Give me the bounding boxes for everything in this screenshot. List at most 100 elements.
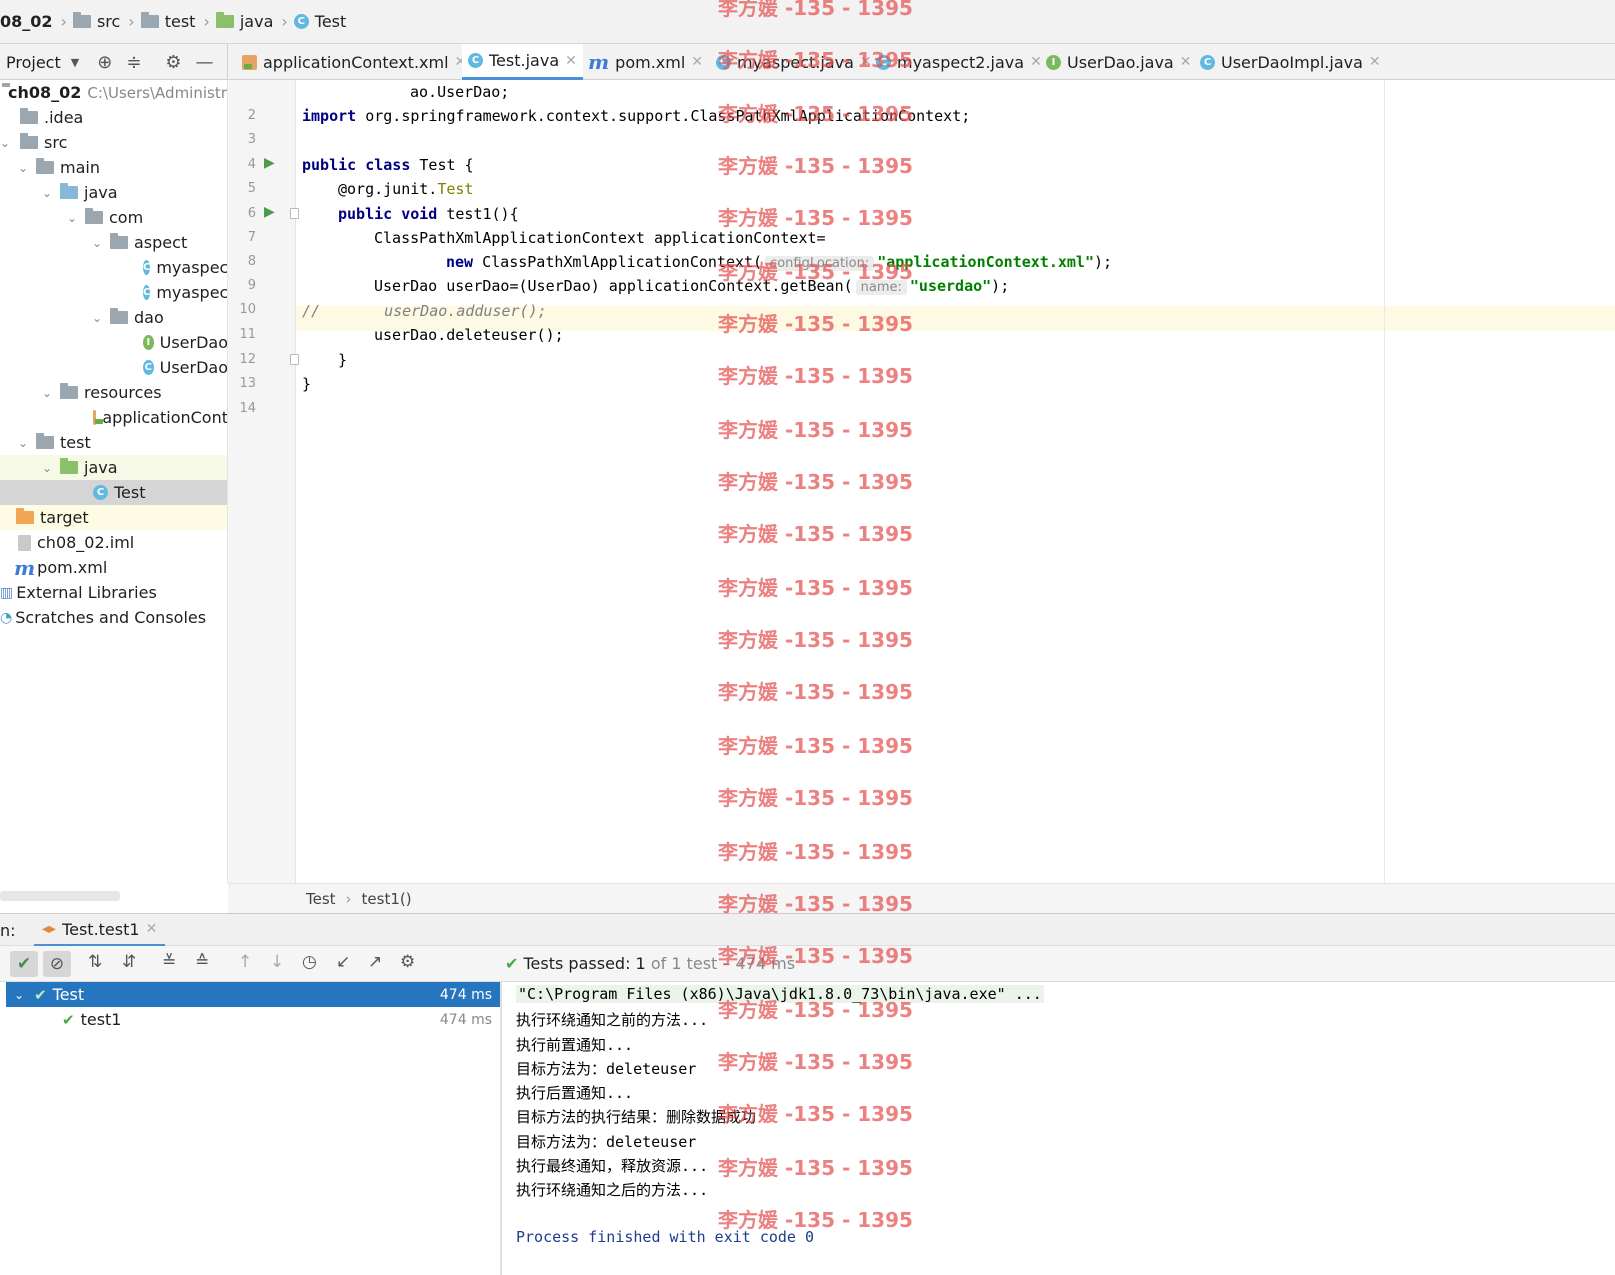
locate-target-icon[interactable]: ⊕ (97, 52, 112, 73)
chevron-down-icon[interactable]: ⌄ (90, 236, 104, 250)
code-line-4: public class Test { (302, 156, 474, 174)
tree-label: target (40, 508, 89, 527)
code-line-9: UserDao userDao=(UserDao) applicationCon… (374, 277, 1009, 295)
chevron-down-icon[interactable]: ⌄ (40, 186, 54, 200)
dropdown-arrow-icon[interactable]: ▼ (71, 56, 79, 69)
breadcrumb-test[interactable]: test (140, 12, 195, 31)
tree-item-aspect[interactable]: ⌄ aspect (0, 230, 227, 255)
editor-breadcrumb-class[interactable]: Test (306, 890, 336, 908)
breadcrumb-test-class[interactable]: C Test (293, 12, 346, 31)
maven-icon: m (588, 50, 610, 74)
close-icon[interactable]: ✕ (1369, 54, 1381, 70)
run-tab-label: Test.test1 (62, 919, 140, 939)
tree-item-myaspect[interactable]: Cmyaspec (0, 255, 227, 280)
code-text: ); (991, 277, 1010, 295)
chevron-down-icon[interactable]: ⌄ (0, 136, 10, 150)
history-icon[interactable]: ◷ (302, 952, 317, 972)
tree-item-resources[interactable]: ⌄ resources (0, 380, 227, 405)
chevron-down-icon[interactable]: ⌄ (65, 211, 79, 225)
breadcrumb-project[interactable]: 08_02 (0, 12, 53, 31)
watermark-text: 李方媛 -135 - 1395 (718, 786, 913, 810)
hide-panel-icon[interactable]: — (196, 52, 214, 73)
tree-item-test[interactable]: ⌄ test (0, 430, 227, 455)
tree-item-main[interactable]: ⌄ main (0, 155, 227, 180)
tab-userdaoimpl-java[interactable]: C UserDaoImpl.java ✕ (1194, 44, 1387, 80)
tree-horizontal-scrollbar[interactable] (0, 891, 120, 901)
passed-check-icon: ✔ (34, 985, 47, 1004)
watermark-text: 李方媛 -135 - 1395 (718, 1102, 913, 1126)
tree-item-main-java[interactable]: ⌄ java (0, 180, 227, 205)
xml-file-icon (93, 410, 105, 425)
test-result-row[interactable]: ⌄ ✔ Test 474 ms (6, 982, 500, 1007)
sort-by-duration-icon[interactable]: ⇵ (122, 952, 136, 972)
tree-label: ch08_02.iml (37, 533, 135, 552)
chevron-down-icon[interactable]: ⌄ (40, 461, 54, 475)
chevron-down-icon[interactable]: ⌄ (14, 988, 24, 1002)
tab-label: pom.xml (615, 52, 686, 72)
tree-item-userdaoimpl[interactable]: C UserDao (0, 355, 227, 380)
gear-icon[interactable]: ⚙ (400, 952, 415, 972)
show-ignored-icon[interactable]: ⊘ (43, 951, 71, 977)
test-result-row[interactable]: ✔ test1 474 ms (62, 1007, 500, 1032)
breadcrumb-java[interactable]: java (215, 12, 273, 31)
code-editor[interactable]: ao.UserDao; import org.springframework.c… (296, 80, 1615, 883)
console-output[interactable]: "C:\Program Files (x86)\Java\jdk1.8.0_73… (504, 982, 1615, 1275)
project-view-selector[interactable]: Project (6, 53, 61, 72)
tree-item-root[interactable]: ch08_02 C:\Users\Administrator\IdeaProjec… (0, 80, 227, 105)
tree-item-external-libraries[interactable]: ▥ External Libraries (0, 580, 227, 605)
keyword-class: class (365, 156, 411, 174)
gear-icon[interactable]: ⚙ (165, 52, 181, 73)
tree-item-src[interactable]: ⌄ src (0, 130, 227, 155)
tree-item-target[interactable]: target (0, 505, 227, 530)
tree-item-pom[interactable]: m pom.xml (0, 555, 227, 580)
show-passed-icon[interactable]: ✔ (10, 951, 38, 977)
close-icon[interactable]: ✕ (691, 54, 703, 70)
tree-item-test-java[interactable]: ⌄ java (0, 455, 227, 480)
import-tests-icon[interactable]: ↙ (336, 952, 350, 972)
chevron-down-icon[interactable]: ⌄ (16, 161, 30, 175)
export-tests-icon[interactable]: ↗ (368, 952, 382, 972)
tree-item-myaspect2[interactable]: Cmyaspec (0, 280, 227, 305)
tree-item-scratches[interactable]: ◔ Scratches and Consoles (0, 605, 227, 630)
chevron-down-icon[interactable]: ⌄ (40, 386, 54, 400)
tree-item-userdao-interface[interactable]: I UserDao (0, 330, 227, 355)
test-folder-icon (60, 458, 78, 474)
editor-breadcrumb-method[interactable]: test1() (362, 890, 412, 908)
test-duration: 474 ms (439, 1011, 492, 1028)
root-name: ch08_02 (8, 83, 82, 102)
previous-failed-icon[interactable]: ↑ (238, 952, 252, 972)
project-tree: ch08_02 C:\Users\Administrator\IdeaProjec… (0, 80, 228, 883)
collapse-all-icon[interactable]: ≑ (126, 52, 141, 73)
tab-userdao-java[interactable]: I UserDao.java ✕ (1040, 44, 1197, 80)
close-icon[interactable]: ✕ (1180, 54, 1192, 70)
scratches-icon: ◔ (0, 609, 13, 626)
expand-all-icon[interactable]: ≚ (162, 952, 176, 972)
tree-item-dao[interactable]: ⌄ dao (0, 305, 227, 330)
tab-applicationcontext-xml[interactable]: applicationContext.xml ✕ (236, 44, 472, 80)
breadcrumb-src[interactable]: src (72, 12, 120, 31)
line-number: 8 (247, 254, 256, 269)
tree-item-test-class[interactable]: C Test (0, 480, 227, 505)
tree-item-iml[interactable]: ch08_02.iml (0, 530, 227, 555)
tree-item-idea[interactable]: .idea (0, 105, 227, 130)
collapse-all-icon[interactable]: ≙ (195, 952, 209, 972)
run-gutter-icon[interactable]: ▶ (264, 204, 275, 220)
tree-label: External Libraries (16, 583, 157, 602)
line-number: 4 (247, 157, 256, 172)
close-icon[interactable]: ✕ (565, 53, 577, 69)
tree-item-com[interactable]: ⌄ com (0, 205, 227, 230)
chevron-down-icon[interactable]: ⌄ (16, 436, 30, 450)
run-tab-test-test1[interactable]: ◂▸ Test.test1 ✕ (34, 914, 166, 947)
close-icon[interactable]: ✕ (146, 921, 158, 937)
class-icon: C (468, 53, 483, 68)
watermark-text: 李方媛 -135 - 1395 (718, 364, 913, 388)
run-gutter-icon[interactable]: ▶ (264, 155, 275, 171)
tab-pom-xml[interactable]: m pom.xml ✕ (582, 44, 709, 80)
watermark-text: 李方媛 -135 - 1395 (718, 1208, 913, 1232)
chevron-down-icon[interactable]: ⌄ (90, 311, 104, 325)
comment-marker: // (302, 302, 321, 320)
next-failed-icon[interactable]: ↓ (270, 952, 284, 972)
tree-item-applicationcontext[interactable]: applicationCont (0, 405, 227, 430)
tab-test-java[interactable]: C Test.java ✕ (462, 44, 583, 80)
sort-alphabetically-icon[interactable]: ⇅ (88, 952, 102, 972)
